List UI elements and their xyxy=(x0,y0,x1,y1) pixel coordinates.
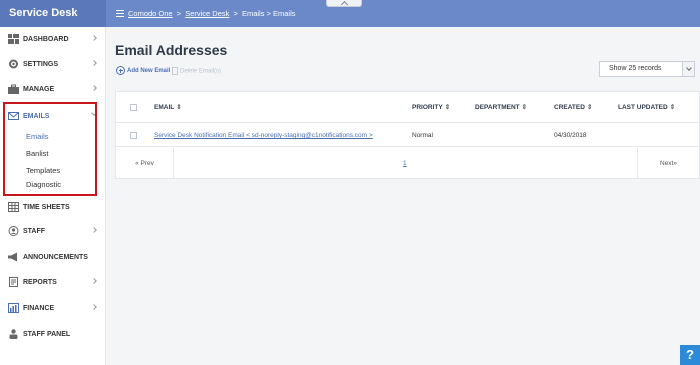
menu-toggle-icon[interactable] xyxy=(116,10,124,17)
chevron-right-icon xyxy=(91,227,97,233)
chevron-down-icon xyxy=(682,62,694,76)
chevron-right-icon xyxy=(91,35,97,41)
trash-icon xyxy=(172,67,178,75)
sidebar-item-finance[interactable]: FINANCE xyxy=(0,296,106,321)
sidebar-item-reports[interactable]: REPORTS xyxy=(0,270,106,295)
megaphone-icon xyxy=(8,252,17,262)
sidebar: DASHBOARD SETTINGS MANAGE EMAILS Emails … xyxy=(0,27,106,365)
top-header: Service Desk Comodo One > Service Desk >… xyxy=(0,0,700,27)
column-header-label: CREATED xyxy=(554,104,585,111)
table-row: Service Desk Notification Email < sd-nor… xyxy=(116,124,699,147)
sidebar-item-label: MANAGE xyxy=(23,86,55,93)
sidebar-item-announcements[interactable]: ANNOUNCEMENTS xyxy=(0,245,106,270)
page-title: Email Addresses xyxy=(115,42,228,58)
email-cell: Service Desk Notification Email < sd-nor… xyxy=(154,124,373,147)
sort-icon: ⇕ xyxy=(669,104,676,111)
breadcrumb-root[interactable]: Comodo One xyxy=(128,9,173,18)
briefcase-icon xyxy=(8,84,19,94)
sidebar-item-settings[interactable]: SETTINGS xyxy=(0,52,106,77)
add-email-button[interactable]: Add New Email xyxy=(116,66,170,75)
report-icon xyxy=(9,277,18,287)
sidebar-item-dashboard[interactable]: DASHBOARD xyxy=(0,27,106,52)
page-number-link[interactable]: 1 xyxy=(403,148,407,179)
sort-icon: ⇕ xyxy=(176,104,182,111)
chevron-right-icon xyxy=(91,60,97,66)
sidebar-item-label: ANNOUNCEMENTS xyxy=(23,254,88,261)
sidebar-item-label: FINANCE xyxy=(23,305,55,312)
plus-circle-icon xyxy=(116,66,125,75)
email-table: EMAIL ⇕ PRIORITY ⇕ DEPARTMENT ⇕ CREATED ⇕ LA… xyxy=(115,91,700,179)
column-header-last-updated[interactable]: LAST UPDATED ⇕ xyxy=(618,92,675,123)
sidebar-item-label: REPORTS xyxy=(23,279,57,286)
bar-chart-icon xyxy=(8,303,19,313)
pagination: « Prev 1 Next» xyxy=(116,148,699,179)
sidebar-item-time-sheets[interactable]: TIME SHEETS xyxy=(0,195,106,220)
sort-icon: ⇕ xyxy=(586,104,593,111)
breadcrumb-separator: > xyxy=(176,9,182,18)
prev-page-button[interactable]: « Prev xyxy=(116,148,174,179)
gear-icon xyxy=(9,59,18,69)
column-header-email[interactable]: EMAIL ⇕ xyxy=(154,92,182,123)
column-header-label: DEPARTMENT xyxy=(475,104,520,111)
column-header-label: PRIORITY xyxy=(412,104,443,111)
created-cell: 04/30/2018 xyxy=(554,132,587,139)
help-button[interactable]: ? xyxy=(680,345,700,365)
sidebar-item-staff-panel[interactable]: STAFF PANEL xyxy=(0,322,106,347)
chevron-right-icon xyxy=(91,278,97,284)
sidebar-item-label: STAFF PANEL xyxy=(23,331,71,338)
sort-icon: ⇕ xyxy=(444,104,451,111)
sidebar-item-label: STAFF xyxy=(23,228,46,235)
dashboard-icon xyxy=(8,34,19,44)
table-header: EMAIL ⇕ PRIORITY ⇕ DEPARTMENT ⇕ CREATED ⇕ LA… xyxy=(116,92,699,123)
delete-email-button[interactable]: Delete Email(s) xyxy=(172,67,221,75)
app-brand[interactable]: Service Desk xyxy=(0,0,106,27)
email-link[interactable]: Service Desk Notification Email < sd-nor… xyxy=(154,132,373,139)
breadcrumb-separator: > xyxy=(233,9,238,18)
next-page-button[interactable]: Next» xyxy=(637,148,699,179)
person-icon xyxy=(9,329,18,339)
grid-icon xyxy=(8,202,19,212)
sidebar-item-manage[interactable]: MANAGE xyxy=(0,77,106,102)
records-per-page-select[interactable]: Show 25 records xyxy=(599,61,695,77)
sort-icon: ⇕ xyxy=(521,104,528,111)
collapse-header-button[interactable] xyxy=(326,0,362,7)
records-per-page-value: Show 25 records xyxy=(609,65,662,72)
row-checkbox[interactable] xyxy=(130,132,137,139)
column-header-label: LAST UPDATED xyxy=(618,104,668,111)
delete-email-label: Delete Email(s) xyxy=(180,68,222,75)
select-all-checkbox[interactable] xyxy=(130,104,137,111)
sidebar-item-label: SETTINGS xyxy=(23,61,59,68)
column-header-department[interactable]: DEPARTMENT ⇕ xyxy=(475,92,527,123)
column-header-label: EMAIL xyxy=(154,104,175,111)
emails-highlight-box xyxy=(3,102,97,196)
priority-cell: Normal xyxy=(412,132,433,139)
breadcrumb-current: Emails > Emails xyxy=(241,9,296,18)
sidebar-item-label: TIME SHEETS xyxy=(23,204,70,211)
sidebar-item-staff[interactable]: STAFF xyxy=(0,219,106,244)
column-header-created[interactable]: CREATED ⇕ xyxy=(554,92,592,123)
user-icon xyxy=(8,226,19,236)
sidebar-item-label: DASHBOARD xyxy=(23,36,69,43)
add-email-label: Add New Email xyxy=(127,68,171,75)
chevron-right-icon xyxy=(91,85,97,91)
breadcrumb: Comodo One > Service Desk > Emails > Ema… xyxy=(128,0,296,27)
chevron-right-icon xyxy=(91,304,97,310)
breadcrumb-section[interactable]: Service Desk xyxy=(185,9,229,18)
column-header-priority[interactable]: PRIORITY ⇕ xyxy=(412,92,450,123)
